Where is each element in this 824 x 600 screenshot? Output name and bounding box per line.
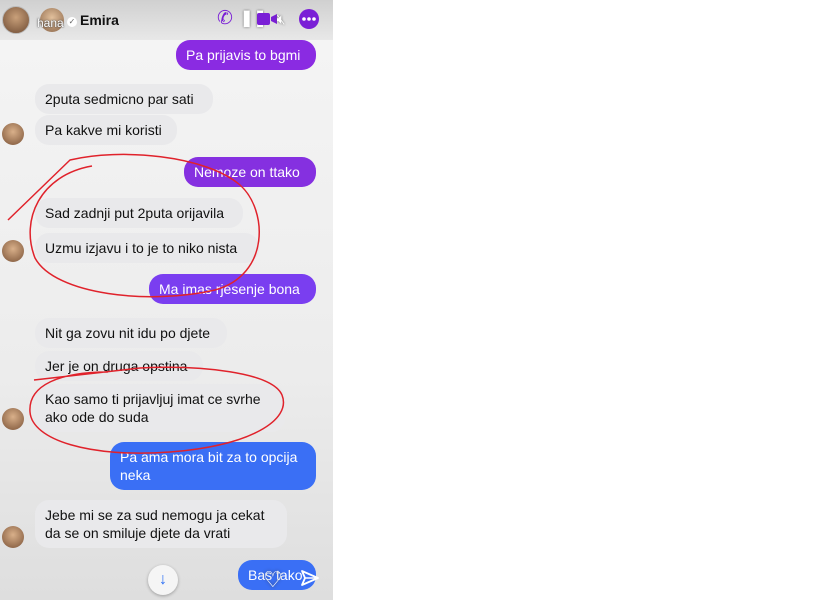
send-icon[interactable] xyxy=(300,568,320,594)
message-incoming: Uzmu izjavu i to je to niko nista xyxy=(35,233,259,263)
verified-icon: ✓ xyxy=(67,17,77,27)
chat-screenshot: Pa prijavis to bgmi 2puta sedmicno par s… xyxy=(0,38,333,600)
story-frame: Pa prijavis to bgmi 2puta sedmicno par s… xyxy=(0,0,333,600)
contact-avatar xyxy=(2,408,24,430)
message-incoming: Pa kakve mi koristi xyxy=(35,115,177,145)
message-line: da se on smiluje djete da vrati xyxy=(45,525,231,541)
message-line: Pa ama mora bit za to opcija xyxy=(120,449,298,465)
story-username[interactable]: hana xyxy=(37,16,64,30)
message-outgoing: Ma imas rjesenje bona xyxy=(149,274,316,304)
message-incoming: Nit ga zovu nit idu po djete xyxy=(35,318,227,348)
message-outgoing: Nemoze on ttako xyxy=(184,157,316,187)
message-line: Jebe mi se za sud nemogu ja cekat xyxy=(45,507,265,523)
heart-icon[interactable]: ♡ xyxy=(263,567,283,593)
message-outgoing: Pa ama mora bit za to opcija neka xyxy=(110,442,316,490)
message-incoming: Sad zadnji put 2puta orijavila xyxy=(35,198,243,228)
contact-name: Emira xyxy=(80,12,119,28)
contact-avatar xyxy=(2,123,24,145)
message-incoming: Kao samo ti prijavljuj imat ce svrhe ako… xyxy=(35,384,285,432)
message-incoming: Jer je on druga opstina xyxy=(35,351,203,381)
contact-avatar xyxy=(2,526,24,548)
message-incoming: 2puta sedmicno par sati xyxy=(35,84,213,114)
phone-icon[interactable]: ✆ xyxy=(214,8,236,30)
mute-icon[interactable]: 🔇︎ xyxy=(270,8,292,30)
message-line: neka xyxy=(120,467,151,483)
message-line: ako ode do suda xyxy=(45,409,149,425)
message-incoming: Jebe mi se za sud nemogu ja cekat da se … xyxy=(35,500,287,548)
more-icon[interactable] xyxy=(298,8,320,30)
story-avatar[interactable] xyxy=(2,6,30,34)
message-outgoing: Pa prijavis to bgmi xyxy=(176,40,316,70)
chat-header: hana ✓ Emira ✆ ❚❚ 🔇︎ xyxy=(0,0,333,40)
arrow-down-icon[interactable]: ↓ xyxy=(148,565,178,595)
message-line: Kao samo ti prijavljuj imat ce svrhe xyxy=(45,391,261,407)
contact-avatar xyxy=(2,240,24,262)
